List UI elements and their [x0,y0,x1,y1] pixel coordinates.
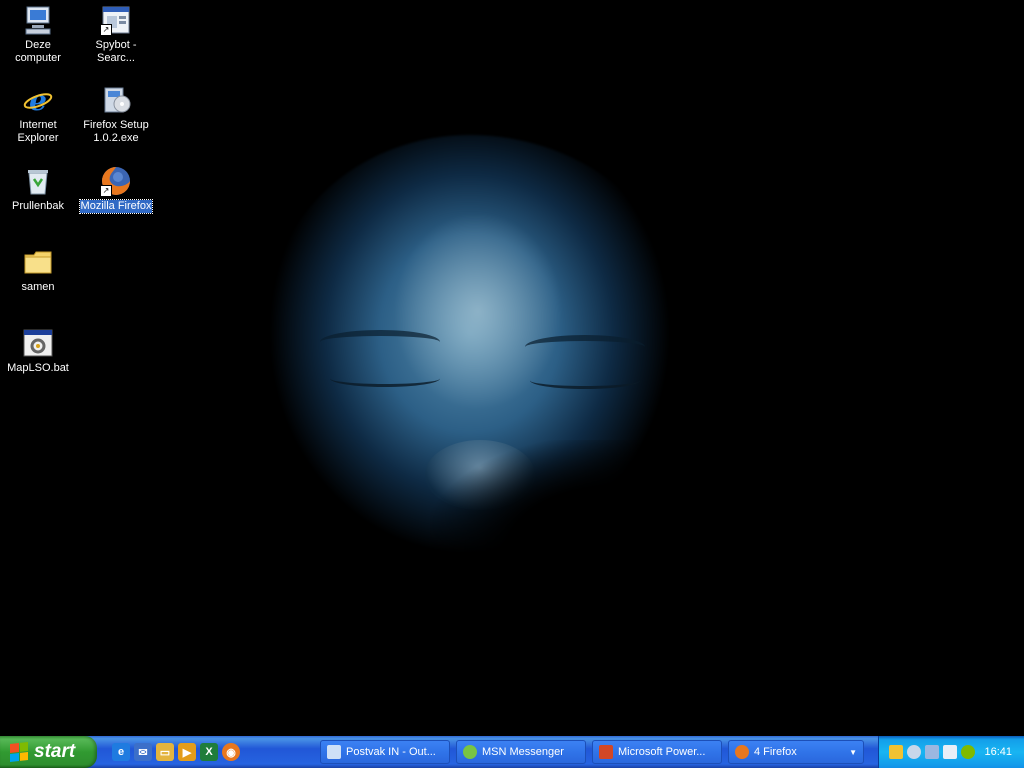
task-outlook[interactable]: Postvak IN - Out... [320,740,450,764]
quick-launch-bar: e ✉ ▭ ▶ X ◉ [112,741,240,763]
firefox-icon [735,745,749,759]
task-firefox-group[interactable]: 4 Firefox ▼ [728,740,864,764]
desktop-icon-label: MapLSO.bat [7,362,69,374]
quick-launch-media-player-icon[interactable]: ▶ [178,743,196,761]
quick-launch-folder-icon[interactable]: ▭ [156,743,174,761]
installer-icon [100,84,132,116]
desktop-icon-label: Prullenbak [12,200,64,212]
task-msn-messenger[interactable]: MSN Messenger [456,740,586,764]
quick-launch-excel-icon[interactable]: X [200,743,218,761]
desktop-icon-recycle-bin[interactable]: Prullenbak [0,165,76,213]
start-button[interactable]: start [0,736,97,768]
spybot-icon: ↗ [100,4,132,36]
tray-messenger-icon[interactable] [925,745,939,759]
svg-text:e: e [29,84,47,116]
tray-network-icon[interactable] [889,745,903,759]
task-label: MSN Messenger [482,746,564,758]
desktop-icon-firefox-setup[interactable]: Firefox Setup 1.0.2.exe [78,84,154,145]
desktop-icon-maplso-bat[interactable]: MapLSO.bat [0,327,76,375]
folder-icon [22,246,54,278]
my-computer-icon [22,4,54,36]
quick-launch-internet-explorer-icon[interactable]: e [112,743,130,761]
system-tray: 16:41 [878,736,1024,768]
desktop-icon-spybot[interactable]: ↗ Spybot - Searc... [78,4,154,65]
msn-messenger-icon [463,745,477,759]
windows-logo-icon [10,742,28,762]
quick-launch-outlook-icon[interactable]: ✉ [134,743,152,761]
start-label: start [34,741,76,762]
task-label: Postvak IN - Out... [346,746,436,758]
task-label: 4 Firefox [754,746,797,758]
tray-users-icon[interactable] [961,745,975,759]
shortcut-arrow-icon: ↗ [100,185,112,197]
powerpoint-icon [599,745,613,759]
chevron-down-icon: ▼ [849,747,857,757]
desktop-icon-label: Spybot - Searc... [95,39,137,64]
shortcut-arrow-icon: ↗ [100,24,112,36]
desktop-icon-my-computer[interactable]: Deze computer [0,4,76,65]
desktop-icon-label: Internet Explorer [17,119,59,144]
internet-explorer-icon: e [22,84,54,117]
outlook-icon [327,745,341,759]
taskbar: start e ✉ ▭ ▶ X ◉ Postvak IN - Out... MS… [0,736,1024,768]
quick-launch-firefox-icon[interactable]: ◉ [222,743,240,761]
recycle-bin-icon [22,165,54,197]
desktop-icon-label: Mozilla Firefox [78,199,154,214]
batch-file-icon [22,327,54,359]
tray-speaker-icon[interactable] [907,745,921,759]
tray-security-icon[interactable] [943,745,957,759]
desktop-icon-label: Deze computer [15,39,61,64]
desktop-icon-internet-explorer[interactable]: e Internet Explorer [0,84,76,145]
desktop-icon-label: Firefox Setup 1.0.2.exe [83,119,149,144]
firefox-icon: ↗ [100,165,132,197]
desktop-icon-samen-folder[interactable]: samen [0,246,76,294]
desktop-icon-label: samen [21,281,55,293]
clock[interactable]: 16:41 [984,746,1012,758]
desktop-icon-mozilla-firefox[interactable]: ↗ Mozilla Firefox [78,165,154,214]
task-powerpoint[interactable]: Microsoft Power... [592,740,722,764]
task-label: Microsoft Power... [618,746,706,758]
